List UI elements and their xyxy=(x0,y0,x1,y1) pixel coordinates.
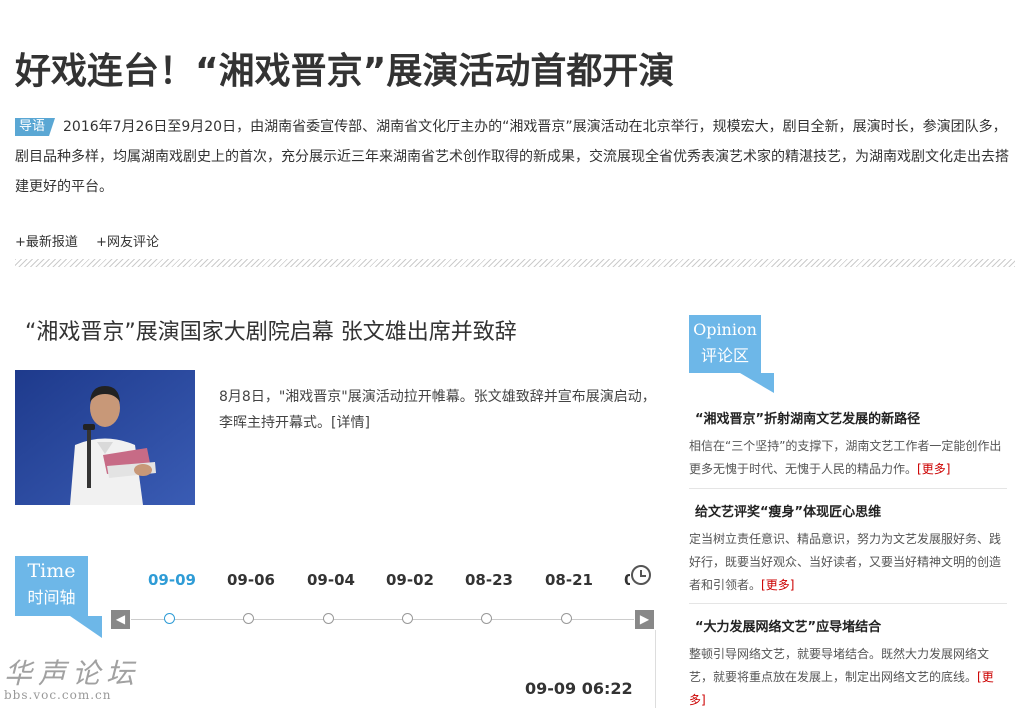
article-details-link[interactable]: [详情] xyxy=(331,415,370,431)
lead-text: 2016年7月26日至9月20日，由湖南省委宣传部、湖南省文化厅主办的“湘戏晋京… xyxy=(15,119,1009,195)
opinion-item: 给文艺评奖“瘦身”体现匠心思维 定当树立责任意识、精品意识，努力为文艺发展服好务… xyxy=(689,501,1007,597)
opinion-item-text: 整顿引导网络文艺，就要导堵结合。既然大力发展网络文艺，就要将重点放在发展上，制定… xyxy=(689,647,990,684)
opinion-separator xyxy=(689,488,1007,489)
opinion-more-link[interactable]: [更多] xyxy=(917,462,950,476)
timeline-vertical-line xyxy=(655,630,656,708)
timeline-dot[interactable] xyxy=(164,613,175,624)
timeline-date[interactable]: 09-09 xyxy=(148,571,196,589)
timeline-prev-button[interactable]: ◀ xyxy=(111,610,130,629)
hatched-divider xyxy=(15,259,1015,267)
opinion-item: “大力发展网络文艺”应导堵结合 整顿引导网络文艺，就要导堵结合。既然大力发展网络… xyxy=(689,616,1007,712)
opinion-item-text: 定当树立责任意识、精品意识，努力为文艺发展服好务、践好行，既要当好观众、当好读者… xyxy=(689,532,1002,592)
opinion-item-body: 定当树立责任意识、精品意识，努力为文艺发展服好务、践好行，既要当好观众、当好读者… xyxy=(689,528,1007,597)
timeline-dot[interactable] xyxy=(402,613,413,624)
timeline-date[interactable]: 09-02 xyxy=(386,571,434,589)
alarm-clock-icon xyxy=(631,565,651,585)
opinion-item-body: 相信在“三个坚持”的支撑下，湖南文艺工作者一定能创作出更多无愧于时代、无愧于人民… xyxy=(689,435,1007,481)
timeline-label-tail xyxy=(70,616,102,638)
opinion-item-title[interactable]: “湘戏晋京”折射湖南文艺发展的新路径 xyxy=(689,408,1007,427)
timeline-dot[interactable] xyxy=(481,613,492,624)
opinion-item-title[interactable]: 给文艺评奖“瘦身”体现匠心思维 xyxy=(689,501,1007,520)
article-summary-text: 8月8日，"湘戏晋京"展演活动拉开帷幕。张文雄致辞并宣布展演启动，李晖主持开幕式… xyxy=(219,389,656,431)
opinion-more-link[interactable]: [更多] xyxy=(761,578,794,592)
opinion-separator xyxy=(689,603,1007,604)
timeline-date[interactable]: 09-04 xyxy=(307,571,355,589)
timeline-date[interactable]: 08-21 xyxy=(545,571,593,589)
timeline-date[interactable]: 08-23 xyxy=(465,571,513,589)
opinion-label-en: Opinion xyxy=(693,320,757,339)
timeline-label-en: Time xyxy=(27,560,76,582)
opinion-item-body: 整顿引导网络文艺，就要导堵结合。既然大力发展网络文艺，就要将重点放在发展上，制定… xyxy=(689,643,1007,712)
section-links: +最新报道 +网友评论 xyxy=(15,231,173,250)
user-comments-link[interactable]: +网友评论 xyxy=(96,235,159,250)
chevron-left-icon: ◀ xyxy=(115,612,126,626)
chevron-right-icon: ▶ xyxy=(639,612,650,626)
opinion-item: “湘戏晋京”折射湖南文艺发展的新路径 相信在“三个坚持”的支撑下，湖南文艺工作者… xyxy=(689,408,1007,481)
lead-paragraph: 导语 2016年7月26日至9月20日，由湖南省委宣传部、湖南省文化厅主办的“湘戏… xyxy=(15,112,1015,202)
timeline-date[interactable]: 0 xyxy=(624,571,630,589)
article-photo[interactable] xyxy=(15,370,195,505)
latest-reports-link[interactable]: +最新报道 xyxy=(15,235,78,250)
timeline-dot[interactable] xyxy=(243,613,254,624)
opinion-label-tail xyxy=(740,373,774,393)
timeline-timestamp: 09-09 06:22 xyxy=(525,679,633,698)
timeline-dates: 09-09 09-06 09-04 09-02 08-23 08-21 0 xyxy=(130,571,630,595)
page-title: 好戏连台！“湘戏晋京”展演活动首都开演 xyxy=(15,51,675,92)
watermark-url: bbs.voc.com.cn xyxy=(4,688,112,702)
timeline-dot[interactable] xyxy=(323,613,334,624)
timeline-next-button[interactable]: ▶ xyxy=(635,610,654,629)
timeline-dot[interactable] xyxy=(561,613,572,624)
timeline-date[interactable]: 09-06 xyxy=(227,571,275,589)
timeline-label: Time 时间轴 xyxy=(15,556,88,616)
opinion-label: Opinion 评论区 xyxy=(689,315,761,373)
opinion-label-cn: 评论区 xyxy=(700,346,749,365)
timeline-label-cn: 时间轴 xyxy=(27,588,76,607)
opinion-item-title[interactable]: “大力发展网络文艺”应导堵结合 xyxy=(689,616,1007,635)
watermark-text: 华声论坛 xyxy=(4,657,141,690)
article-summary: 8月8日，"湘戏晋京"展演活动拉开帷幕。张文雄致辞并宣布展演启动，李晖主持开幕式… xyxy=(219,384,659,436)
article-title[interactable]: “湘戏晋京”展演国家大剧院启幕 张文雄出席并致辞 xyxy=(25,314,517,346)
timeline-track xyxy=(131,619,634,620)
watermark: 华声论坛 bbs.voc.com.cn xyxy=(4,652,140,702)
lead-tag: 导语 xyxy=(15,118,56,136)
opinion-item-text: 相信在“三个坚持”的支撑下，湖南文艺工作者一定能创作出更多无愧于时代、无愧于人民… xyxy=(689,439,1002,476)
